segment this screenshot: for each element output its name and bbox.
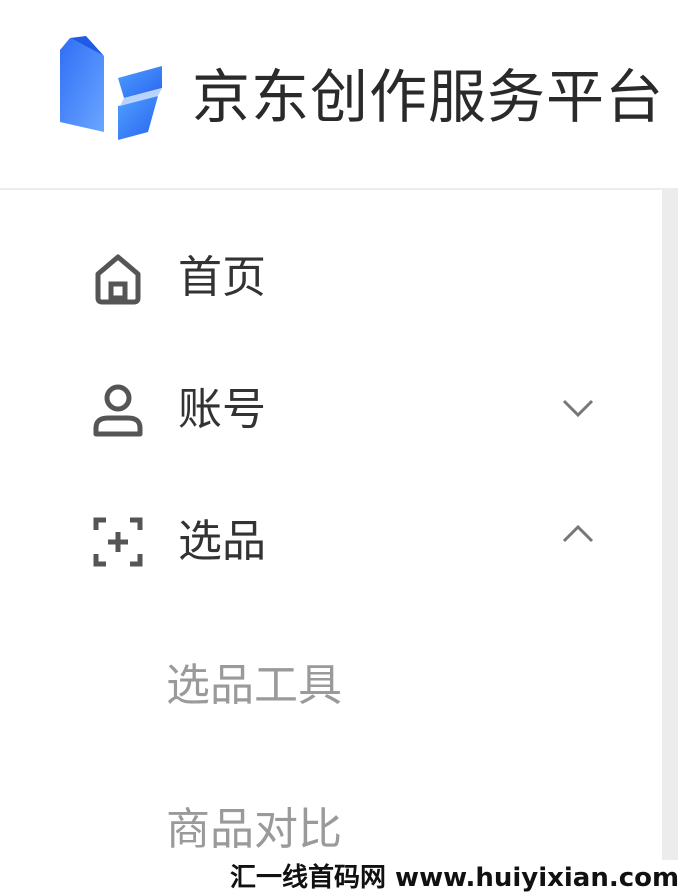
- submenu-item-selection-tool[interactable]: 选品工具: [0, 646, 662, 726]
- chevron-up-icon[interactable]: [556, 512, 600, 556]
- chevron-down-icon[interactable]: [556, 386, 600, 430]
- sidebar-item-home[interactable]: 首页: [0, 228, 662, 328]
- home-icon: [95, 254, 141, 305]
- scrollbar-track[interactable]: [662, 190, 678, 896]
- submenu-item-product-compare[interactable]: 商品对比: [0, 790, 662, 870]
- submenu-item-label: 商品对比: [166, 804, 342, 855]
- watermark-text: 汇一线首码网 www.huiyixian.com: [220, 860, 678, 896]
- scan-plus-icon: [93, 517, 143, 567]
- jd-creator-logo[interactable]: [52, 36, 168, 160]
- top-header: 京东创作服务平台: [0, 0, 678, 190]
- sidebar-item-label: 选品: [178, 516, 266, 567]
- submenu-item-label: 选品工具: [166, 660, 342, 711]
- brand-title: 京东创作服务平台: [192, 63, 665, 131]
- sidebar-item-selection[interactable]: 选品: [0, 488, 662, 588]
- sidebar-item-label: 账号: [178, 384, 266, 435]
- sidebar-menu: 首页 账号 选品 选品工具 商品对比: [0, 190, 662, 896]
- sidebar-item-account[interactable]: 账号: [0, 358, 662, 458]
- user-icon: [93, 384, 143, 437]
- sidebar-item-label: 首页: [178, 252, 266, 303]
